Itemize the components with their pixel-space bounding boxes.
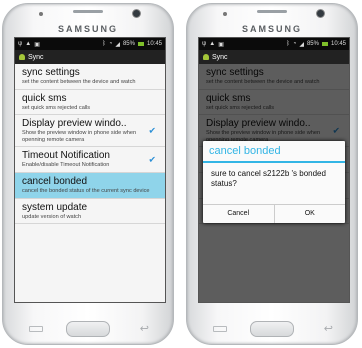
list-item-quick-sms[interactable]: quick sms set quick sms rejected calls	[15, 90, 165, 116]
dialog-message: sure to cancel s2122b 's bonded status?	[211, 169, 326, 188]
home-key-icon[interactable]	[250, 321, 294, 337]
list-item-system-update[interactable]: system update update version of watch	[15, 199, 165, 225]
ok-button[interactable]: OK	[273, 205, 346, 223]
back-key-icon[interactable]: ↩	[140, 322, 149, 335]
android-icon	[203, 54, 209, 60]
notification-icon: ▣	[34, 41, 40, 48]
action-bar: Sync	[199, 50, 349, 64]
phone-right: SAMSUNG ψ ▲ ▣ ᛒ ◔ ◢ 85% 10:45 Sync sync …	[186, 3, 358, 345]
android-icon	[19, 54, 25, 60]
front-camera-icon	[316, 9, 325, 18]
menu-key-icon[interactable]	[213, 326, 227, 332]
item-title: system update	[22, 201, 88, 213]
item-title: Timeout Notification	[22, 150, 110, 162]
battery-percent: 85%	[122, 41, 135, 47]
warning-icon: ▲	[209, 41, 216, 47]
brand-logo: SAMSUNG	[241, 24, 302, 34]
battery-icon	[137, 42, 144, 46]
earpiece-speaker	[257, 10, 287, 13]
item-subtitle: Show the preview window in phone side wh…	[22, 130, 137, 143]
brand-logo: SAMSUNG	[57, 24, 118, 34]
item-subtitle: set quick sms rejected calls	[22, 104, 91, 111]
list-item-display-preview[interactable]: Display preview windo.. Show the preview…	[15, 115, 165, 148]
item-title: quick sms	[22, 92, 67, 104]
item-subtitle: Enable/disable Timeout Notification	[22, 162, 110, 169]
item-title: sync settings	[22, 67, 80, 78]
home-key-icon[interactable]	[66, 321, 110, 337]
hardware-keys: ↩	[3, 304, 173, 342]
list-item-timeout-notification[interactable]: Timeout Notification Enable/disable Time…	[15, 147, 165, 173]
status-bar: ψ ▲ ▣ ᛒ ◔ ◢ 85% 10:45	[199, 38, 349, 50]
item-subtitle: cancel the bonded status of the current …	[22, 187, 150, 194]
checkbox-checked-icon[interactable]: ✔	[148, 154, 156, 165]
item-title: cancel bonded	[22, 175, 88, 187]
list-item-sync-settings[interactable]: sync settings set the content between th…	[15, 64, 165, 90]
back-key-icon[interactable]: ↩	[324, 322, 333, 335]
warning-icon: ▲	[25, 41, 32, 47]
screen: ψ ▲ ▣ ᛒ ◔ ◢ 85% 10:45 Sync sync settings…	[14, 37, 166, 303]
sensor-icon	[223, 12, 227, 16]
bluetooth-icon: ᛒ	[286, 41, 290, 47]
battery-percent: 85%	[306, 41, 319, 47]
dialog-title: cancel bonded	[203, 141, 345, 163]
phone-left: SAMSUNG ψ ▲ ▣ ᛒ ◔ ◢ 85% 10:45 Sync sync …	[2, 3, 174, 345]
hardware-keys: ↩	[187, 304, 357, 342]
wifi-icon: ◔	[292, 41, 297, 47]
earpiece-speaker	[73, 10, 103, 13]
wifi-icon: ◔	[108, 41, 113, 47]
signal-icon: ◢	[115, 41, 120, 48]
notification-icon: ▣	[218, 41, 224, 48]
front-camera-icon	[132, 9, 141, 18]
item-subtitle: update version of watch	[22, 213, 82, 220]
action-bar: Sync	[15, 50, 165, 64]
signal-icon: ◢	[299, 41, 304, 48]
list-item-cancel-bonded[interactable]: cancel bonded cancel the bonded status o…	[15, 172, 165, 199]
usb-icon: ψ	[202, 41, 207, 47]
action-bar-title: Sync	[28, 53, 44, 61]
settings-list: sync settings set the content between th…	[15, 64, 165, 225]
menu-key-icon[interactable]	[29, 326, 43, 332]
cancel-button[interactable]: Cancel	[203, 205, 274, 223]
checkbox-checked-icon[interactable]: ✔	[148, 125, 156, 136]
dialog-button-bar: Cancel OK	[203, 204, 345, 223]
status-bar: ψ ▲ ▣ ᛒ ◔ ◢ 85% 10:45	[15, 38, 165, 50]
item-subtitle: set the content between the device and w…	[22, 79, 136, 85]
battery-icon	[321, 42, 328, 46]
item-title: Display preview windo..	[22, 118, 127, 130]
usb-icon: ψ	[18, 41, 23, 47]
status-time: 10:45	[146, 41, 162, 47]
cancel-bonded-dialog: cancel bonded sure to cancel s2122b 's b…	[203, 141, 345, 223]
status-time: 10:45	[330, 41, 346, 47]
bluetooth-icon: ᛒ	[102, 41, 106, 47]
screen: ψ ▲ ▣ ᛒ ◔ ◢ 85% 10:45 Sync sync settings…	[198, 37, 350, 303]
action-bar-title: Sync	[212, 53, 228, 61]
sensor-icon	[39, 12, 43, 16]
